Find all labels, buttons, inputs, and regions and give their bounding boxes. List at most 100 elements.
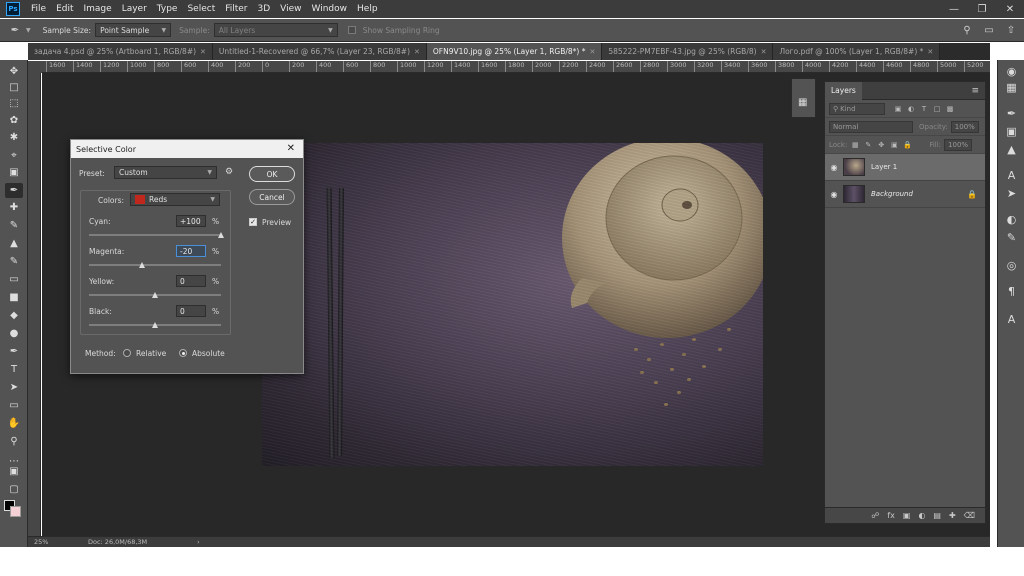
close-icon[interactable]: ✕ (414, 48, 420, 56)
filter-pixel-icon[interactable]: ▣ (893, 104, 903, 114)
paragraph-styles-icon[interactable]: ➤ (1004, 186, 1019, 201)
fx-icon[interactable]: fx (887, 511, 895, 520)
layer-row-layer-1[interactable]: ◉ Layer 1 (825, 154, 985, 181)
magenta-field[interactable]: -20 (176, 245, 206, 257)
fill-field[interactable]: 100% (944, 138, 973, 151)
libraries-panel-icon[interactable]: ◎ (1004, 258, 1019, 273)
zoom-tool-icon[interactable]: ⚲ (5, 434, 23, 449)
new-layer-icon[interactable]: ✚ (949, 511, 956, 520)
ok-button[interactable]: OK (249, 166, 295, 182)
menu-type[interactable]: Type (152, 4, 183, 14)
color-panel-icon[interactable]: ◉ (1004, 64, 1019, 79)
add-mask-icon[interactable]: ▣ (903, 511, 911, 520)
blend-mode-select[interactable]: Normal (829, 120, 913, 133)
lock-artboard-icon[interactable]: ▣ (889, 140, 899, 150)
black-field[interactable]: 0 (176, 305, 206, 317)
brush-presets-icon[interactable]: ▣ (1004, 124, 1019, 139)
clone-stamp-tool-icon[interactable]: ▲ (5, 236, 23, 251)
paragraph-panel-icon[interactable]: ¶ (1004, 284, 1019, 299)
close-icon[interactable]: ✕ (761, 48, 767, 56)
menu-layer[interactable]: Layer (117, 4, 152, 14)
panel-menu-icon[interactable]: ≡ (971, 86, 979, 96)
kind-filter[interactable]: ⚲ Kind (829, 102, 885, 115)
method-absolute-radio[interactable] (179, 349, 187, 357)
tab-logo-pdf[interactable]: Лого.pdf @ 100% (Layer 1, RGB/8#) * ✕ (773, 43, 941, 60)
chevron-down-icon[interactable]: ▼ (26, 27, 31, 34)
properties-icon[interactable]: ▦ (798, 97, 807, 108)
layer-row-background[interactable]: ◉ Background 🔒 (825, 181, 985, 208)
blur-tool-icon[interactable]: ◆ (5, 308, 23, 323)
filter-shape-icon[interactable]: □ (932, 104, 942, 114)
cyan-slider-track[interactable] (89, 234, 221, 236)
eye-icon[interactable]: ◉ (825, 163, 843, 172)
quick-select-tool-icon[interactable]: ✱ (5, 130, 23, 145)
minimize-icon[interactable]: — (940, 0, 968, 18)
frame-tool-icon[interactable]: ▣ (5, 165, 23, 180)
lock-transparent-icon[interactable]: ▦ (850, 140, 860, 150)
yellow-field[interactable]: 0 (176, 275, 206, 287)
menu-image[interactable]: Image (79, 4, 117, 14)
tab-ofn9v10[interactable]: OFN9V10.jpg @ 25% (Layer 1, RGB/8*) * ✕ (426, 43, 603, 60)
lock-image-icon[interactable]: ✎ (863, 140, 873, 150)
rectangle-tool-icon[interactable]: ▭ (5, 398, 23, 413)
styles-panel-icon[interactable]: ✎ (1004, 230, 1019, 245)
adjustment-layer-icon[interactable]: ◐ (918, 511, 925, 520)
sample-select[interactable]: All Layers ▼ (213, 23, 338, 37)
eye-icon[interactable]: ◉ (825, 190, 843, 199)
menu-filter[interactable]: Filter (220, 4, 252, 14)
type-tool-icon[interactable]: T (5, 362, 23, 377)
sample-size-select[interactable]: Point Sample ▼ (95, 23, 172, 37)
lock-position-icon[interactable]: ✥ (876, 140, 886, 150)
healing-brush-tool-icon[interactable]: ✚ (5, 200, 23, 215)
cancel-button[interactable]: Cancel (249, 189, 295, 205)
swatches-panel-icon[interactable]: ▦ (1004, 80, 1019, 95)
lasso-tool-icon[interactable]: ✿ (5, 113, 23, 128)
preset-select[interactable]: Custom ▼ (114, 166, 217, 179)
trash-icon[interactable]: ⌫ (964, 511, 975, 520)
quick-mask-icon[interactable]: ▣ (5, 464, 23, 479)
menu-3d[interactable]: 3D (253, 4, 276, 14)
menu-help[interactable]: Help (352, 4, 383, 14)
artboard-tool-icon[interactable]: □ (5, 80, 23, 95)
path-select-tool-icon[interactable]: ➤ (5, 380, 23, 395)
screen-mode-icon[interactable]: ▢ (5, 482, 23, 497)
status-arrow-icon[interactable]: › (197, 538, 200, 546)
lock-all-icon[interactable]: 🔒 (902, 140, 912, 150)
zoom-level[interactable]: 25% (28, 538, 64, 546)
menu-file[interactable]: File (26, 4, 51, 14)
menu-window[interactable]: Window (307, 4, 353, 14)
document-image[interactable] (262, 143, 763, 466)
close-icon[interactable]: ✕ (287, 143, 295, 154)
link-layers-icon[interactable]: ☍ (871, 511, 879, 520)
close-icon[interactable]: ✕ (927, 48, 933, 56)
dialog-title-bar[interactable]: Selective Color (71, 140, 303, 158)
hand-tool-icon[interactable]: ✋ (5, 416, 23, 431)
adjustments-panel-icon[interactable]: ◐ (1004, 212, 1019, 227)
marquee-tool-icon[interactable]: ⬚ (5, 96, 23, 111)
tab-untitled[interactable]: Untitled-1-Recovered @ 66,7% (Layer 23, … (212, 43, 427, 60)
clone-source-icon[interactable]: ▲ (1004, 142, 1019, 157)
eyedropper-icon[interactable]: ✒ (8, 23, 22, 37)
tab-zadacha[interactable]: задача 4.psd @ 25% (Artboard 1, RGB/8#) ✕ (28, 43, 213, 60)
colors-select[interactable]: Reds ▼ (130, 193, 220, 206)
workspace-icon[interactable]: ▭ (982, 23, 996, 37)
new-group-icon[interactable]: ▤ (933, 511, 941, 520)
search-icon[interactable]: ⚲ (960, 23, 974, 37)
dodge-tool-icon[interactable]: ● (5, 326, 23, 341)
opacity-field[interactable]: 100% (950, 120, 979, 133)
menu-edit[interactable]: Edit (51, 4, 78, 14)
close-icon[interactable]: ✕ (590, 48, 596, 56)
crop-tool-icon[interactable]: ⌖ (5, 148, 23, 163)
filter-type-icon[interactable]: T (919, 104, 929, 114)
tab-585222[interactable]: 585222-PM7EBF-43.jpg @ 25% (RGB/8) ✕ (602, 43, 774, 60)
cyan-field[interactable]: +100 (176, 215, 206, 227)
magenta-slider-track[interactable] (89, 264, 221, 266)
preset-options-gear-icon[interactable]: ⚙ (225, 167, 233, 177)
close-icon[interactable]: ✕ (200, 48, 206, 56)
glyphs-panel-icon[interactable]: A (1004, 312, 1019, 327)
history-brush-tool-icon[interactable]: ✎ (5, 254, 23, 269)
brush-panel-icon[interactable]: ✒ (1004, 106, 1019, 121)
pen-tool-icon[interactable]: ✒ (5, 344, 23, 359)
brush-tool-icon[interactable]: ✎ (5, 218, 23, 233)
cyan-slider-thumb[interactable] (218, 232, 224, 238)
